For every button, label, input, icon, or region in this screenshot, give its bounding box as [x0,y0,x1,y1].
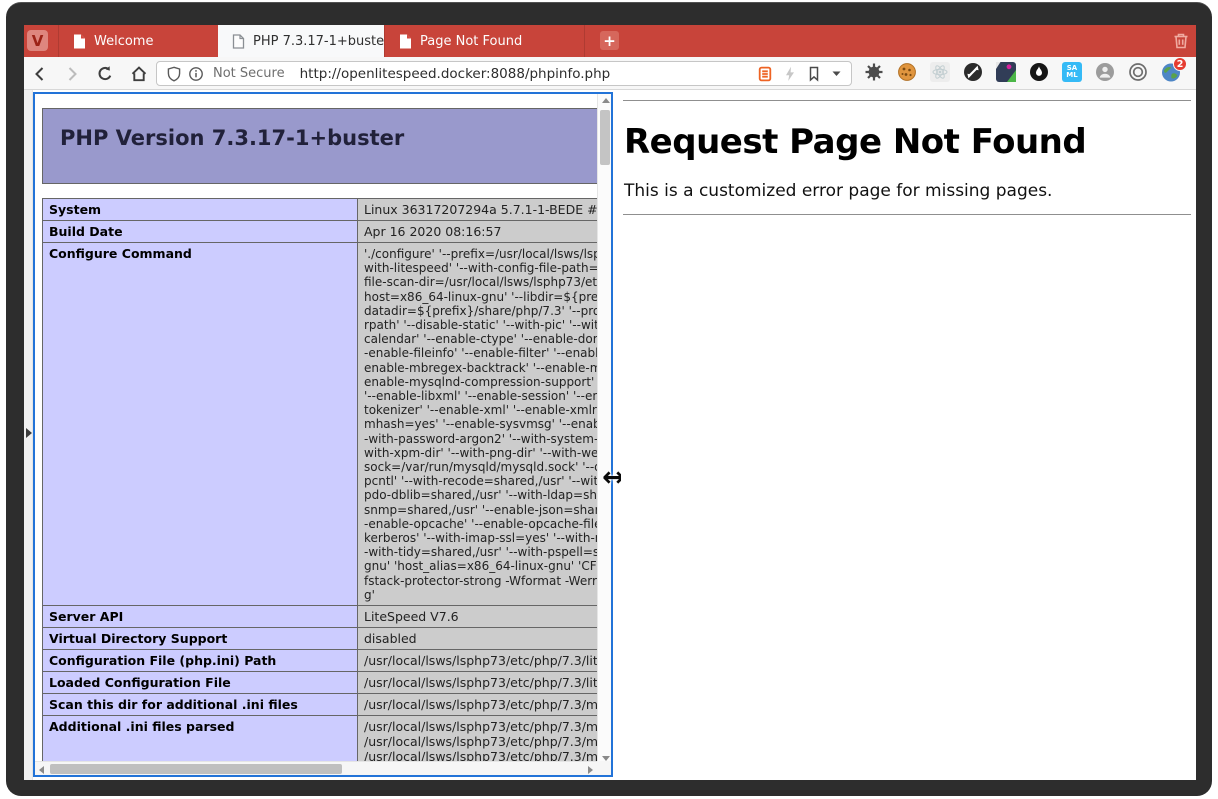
lightning-icon[interactable] [783,66,797,82]
notification-badge: 2 [1173,57,1187,71]
forward-icon [63,65,81,83]
address-bar[interactable]: Not Secure http://openlitespeed.docker:8… [156,61,852,86]
scrollbar-corner [597,761,611,775]
palette-chart-icon [996,62,1016,82]
phpinfo-page: PHP Version 7.3.17-1+buster SystemLinux … [35,94,613,768]
tab-welcome[interactable]: Welcome [58,25,218,57]
vertical-scrollbar[interactable] [597,94,611,765]
table-row: Additional .ini files parsed/usr/local/l… [43,716,614,768]
cookie-extension-button[interactable] [897,62,917,82]
flame-icon [1029,62,1049,82]
plus-icon: + [603,32,616,50]
error-page-tile: Request Page Not Found This is a customi… [621,90,1193,780]
shield-icon[interactable] [166,66,182,82]
tab-phpinfo-active[interactable]: PHP 7.3.17-1+buster - php [218,25,384,57]
table-row: Loaded Configuration File/usr/local/lsws… [43,672,614,694]
panel-toggle-arrow-icon[interactable] [26,428,32,438]
extensions-row: SA ML [864,62,1181,82]
scroll-up-arrow[interactable] [602,98,610,103]
home-button[interactable] [129,64,149,84]
react-atom-icon [930,62,950,82]
reload-button[interactable] [95,64,115,84]
browser-window: V Welcome PHP 7.3.17-1+buster - php Page… [0,0,1218,799]
page-icon [73,34,86,49]
php-version-header: PHP Version 7.3.17-1+buster [42,108,613,184]
horizontal-scrollbar[interactable] [35,761,597,775]
table-row: Configuration File (php.ini) Path/usr/lo… [43,650,614,672]
table-row: SystemLinux 36317207294a 5.7.1-1-BEDE #1… [43,199,614,221]
bookmark-icon[interactable] [807,66,821,82]
home-icon [130,65,148,83]
person-extension-button[interactable] [1095,62,1115,82]
chevron-down-icon[interactable] [831,68,842,79]
reload-icon [96,65,114,83]
palette-chart-extension-button[interactable] [996,62,1016,82]
phpinfo-table: SystemLinux 36317207294a 5.7.1-1-BEDE #1… [42,198,613,768]
table-row: Virtual Directory Supportdisabled [43,628,614,650]
error-page-message: This is a customized error page for miss… [624,181,1193,201]
privacy-swirl-extension-button[interactable] [963,62,983,82]
info-icon[interactable] [188,66,204,82]
table-row: Configure Command'./configure' '--prefix… [43,243,614,606]
tab-page-not-found[interactable]: Page Not Found [384,25,585,57]
tab-title: Welcome [94,34,153,49]
double-ring-icon [1128,62,1148,82]
new-tab-button[interactable]: + [600,31,619,50]
closed-tabs-trash-button[interactable] [1171,31,1191,51]
scroll-left-arrow[interactable] [39,766,44,774]
navigation-toolbar: Not Secure http://openlitespeed.docker:8… [24,57,1196,90]
vivaldi-logo: V [32,32,44,50]
gear-bug-extension-button[interactable] [864,62,884,82]
phpinfo-tile: PHP Version 7.3.17-1+buster SystemLinux … [33,92,613,777]
back-icon [31,65,49,83]
divider [623,214,1191,215]
vivaldi-menu-button[interactable]: V [27,30,48,51]
error-page-title: Request Page Not Found [624,122,1193,162]
page-icon [232,34,245,49]
ring-extension-button[interactable] [1128,62,1148,82]
back-button[interactable] [30,64,50,84]
table-row: Scan this dir for additional .ini files/… [43,694,614,716]
php-version-title: PHP Version 7.3.17-1+buster [43,109,613,150]
gear-bug-icon [864,62,884,82]
flame-extension-button[interactable] [1029,62,1049,82]
table-row: Server APILiteSpeed V7.6 [43,606,614,628]
person-circle-icon [1095,62,1115,82]
vertical-scroll-thumb[interactable] [600,110,610,165]
tab-bar: V Welcome PHP 7.3.17-1+buster - php Page… [24,25,1196,57]
react-devtools-extension-button[interactable] [930,62,950,82]
saml-tracer-icon: SA ML [1062,62,1082,82]
table-row: Build DateApr 16 2020 08:16:57 [43,221,614,243]
horizontal-scroll-thumb[interactable] [50,764,342,774]
cookie-icon [897,62,917,82]
privacy-swirl-icon [963,62,983,82]
profile-globe-button[interactable]: 2 [1161,62,1181,82]
tab-title: Page Not Found [420,34,522,49]
url-text[interactable]: http://openlitespeed.docker:8088/phpinfo… [300,66,757,82]
tab-title: PHP 7.3.17-1+buster - php [253,34,384,49]
reader-view-icon[interactable] [757,66,773,82]
scroll-right-arrow[interactable] [588,766,593,774]
forward-button[interactable] [62,64,82,84]
saml-tracer-extension-button[interactable]: SA ML [1062,62,1082,82]
page-icon [399,34,412,49]
trash-icon [1171,31,1191,51]
divider [623,100,1191,101]
not-secure-label: Not Secure [213,66,285,81]
